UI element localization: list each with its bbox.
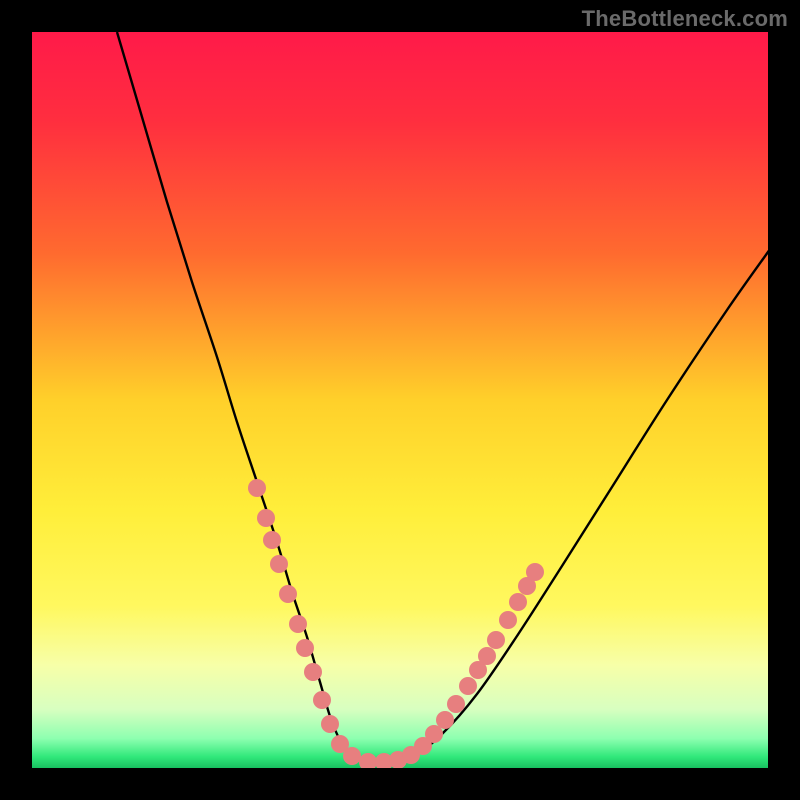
marker-dot (425, 725, 443, 743)
marker-dot (304, 663, 322, 681)
marker-dot (526, 563, 544, 581)
marker-dot (478, 647, 496, 665)
marker-dot (459, 677, 477, 695)
marker-dot (289, 615, 307, 633)
gradient-background (32, 32, 768, 768)
marker-dot (321, 715, 339, 733)
marker-dot (257, 509, 275, 527)
marker-dot (487, 631, 505, 649)
chart-svg (32, 32, 768, 768)
marker-dot (270, 555, 288, 573)
plot-area (32, 32, 768, 768)
marker-dot (248, 479, 266, 497)
marker-dot (296, 639, 314, 657)
marker-dot (313, 691, 331, 709)
marker-dot (499, 611, 517, 629)
marker-dot (436, 711, 454, 729)
marker-dot (343, 747, 361, 765)
marker-dot (509, 593, 527, 611)
marker-dot (279, 585, 297, 603)
attribution-text: TheBottleneck.com (582, 6, 788, 32)
marker-dot (263, 531, 281, 549)
marker-dot (447, 695, 465, 713)
outer-frame: TheBottleneck.com (0, 0, 800, 800)
